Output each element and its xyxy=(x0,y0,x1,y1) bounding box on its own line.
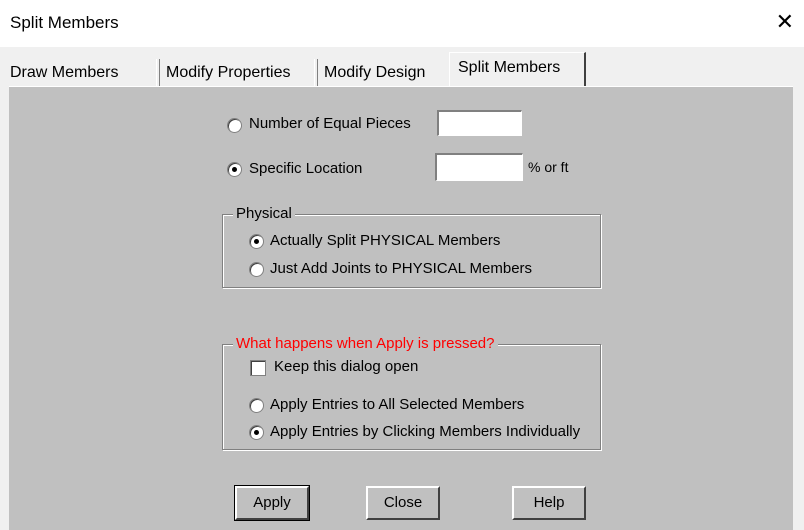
radio-selected-dot xyxy=(254,239,259,244)
tab-separator xyxy=(156,59,160,88)
keep-open-label: Keep this dialog open xyxy=(274,358,419,375)
equal-pieces-radio[interactable] xyxy=(227,118,242,133)
close-icon[interactable]: ✕ xyxy=(776,9,794,35)
radio-selected-dot xyxy=(232,167,237,172)
location-unit-label: % or ft xyxy=(528,159,569,175)
close-button[interactable]: Close xyxy=(366,486,440,520)
help-button[interactable]: Help xyxy=(512,486,586,520)
tab-modify-properties[interactable]: Modify Properties xyxy=(162,60,295,86)
radio-selected-dot xyxy=(254,430,259,435)
apply-all-selected-label: Apply Entries to All Selected Members xyxy=(270,396,525,413)
apply-all-selected-radio[interactable] xyxy=(249,398,264,413)
tab-split-members-label: Split Members xyxy=(458,59,561,76)
title-bar: Split Members ✕ xyxy=(0,0,804,47)
window-title: Split Members xyxy=(10,13,119,32)
add-joints-label: Just Add Joints to PHYSICAL Members xyxy=(270,260,533,277)
apply-individually-label: Apply Entries by Clicking Members Indivi… xyxy=(270,423,581,440)
tab-pane xyxy=(9,86,793,530)
split-physical-radio[interactable] xyxy=(249,234,264,249)
specific-location-radio[interactable] xyxy=(227,162,242,177)
tab-modify-design[interactable]: Modify Design xyxy=(320,60,429,86)
physical-group-title: Physical xyxy=(233,205,295,222)
add-joints-radio[interactable] xyxy=(249,262,264,277)
apply-button[interactable]: Apply xyxy=(234,485,310,521)
apply-individually-radio[interactable] xyxy=(249,425,264,440)
keep-open-checkbox[interactable] xyxy=(250,360,266,376)
tab-split-members[interactable]: Split Members xyxy=(449,52,586,87)
equal-pieces-input[interactable] xyxy=(437,110,522,136)
tab-draw-members[interactable]: Draw Members xyxy=(6,60,122,86)
specific-location-label: Specific Location xyxy=(249,160,363,177)
apply-behavior-group-title: What happens when Apply is pressed? xyxy=(233,335,498,352)
split-physical-label: Actually Split PHYSICAL Members xyxy=(270,232,501,249)
tab-separator xyxy=(314,59,318,88)
specific-location-input[interactable] xyxy=(435,153,523,181)
equal-pieces-label: Number of Equal Pieces xyxy=(249,115,411,132)
